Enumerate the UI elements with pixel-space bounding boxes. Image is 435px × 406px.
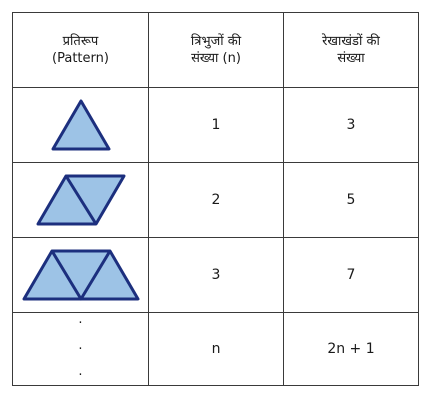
pattern-cell-2 — [12, 162, 149, 238]
header-segment-count: रेखाखंडों की संख्या — [283, 12, 419, 88]
triangle-shape — [51, 99, 110, 151]
pattern-cell-ellipsis: · · · — [12, 312, 149, 386]
header-pattern-hindi: प्रतिरूप — [62, 34, 99, 49]
table-row: 3 7 — [12, 237, 419, 313]
header-triangle-count: त्रिभुजों की संख्या (n) — [148, 12, 284, 88]
vertical-ellipsis-icon: · · · — [78, 315, 83, 383]
triangle-count-cell: 2 — [148, 162, 284, 238]
triangle-count-cell: 1 — [148, 87, 284, 163]
header-segment-line2: संख्या — [337, 51, 365, 66]
header-pattern: प्रतिरूप (Pattern) — [12, 12, 149, 88]
table-row: 2 5 — [12, 162, 419, 238]
triangle-count-cell: n — [148, 312, 284, 386]
three-triangle-figure — [22, 249, 139, 301]
two-triangle-figure — [36, 174, 125, 226]
table-row: 1 3 — [12, 87, 419, 163]
header-triangle-line2: संख्या (n) — [191, 51, 241, 66]
segment-count-cell: 2n + 1 — [283, 312, 419, 386]
one-triangle-figure — [51, 99, 110, 151]
segment-count-cell: 5 — [283, 162, 419, 238]
pattern-cell-3 — [12, 237, 149, 313]
header-segment-line1: रेखाखंडों की — [322, 34, 380, 49]
segment-count-cell: 3 — [283, 87, 419, 163]
pattern-cell-1 — [12, 87, 149, 163]
triangle-count-cell: 3 — [148, 237, 284, 313]
header-pattern-english: (Pattern) — [52, 51, 109, 66]
trapezoid-shape — [22, 249, 139, 301]
table-row: · · · n 2n + 1 — [12, 312, 419, 386]
pattern-table: प्रतिरूप (Pattern) त्रिभुजों की संख्या (… — [12, 12, 419, 386]
header-row: प्रतिरूप (Pattern) त्रिभुजों की संख्या (… — [12, 12, 419, 88]
segment-count-cell: 7 — [283, 237, 419, 313]
header-triangle-line1: त्रिभुजों की — [190, 34, 242, 49]
